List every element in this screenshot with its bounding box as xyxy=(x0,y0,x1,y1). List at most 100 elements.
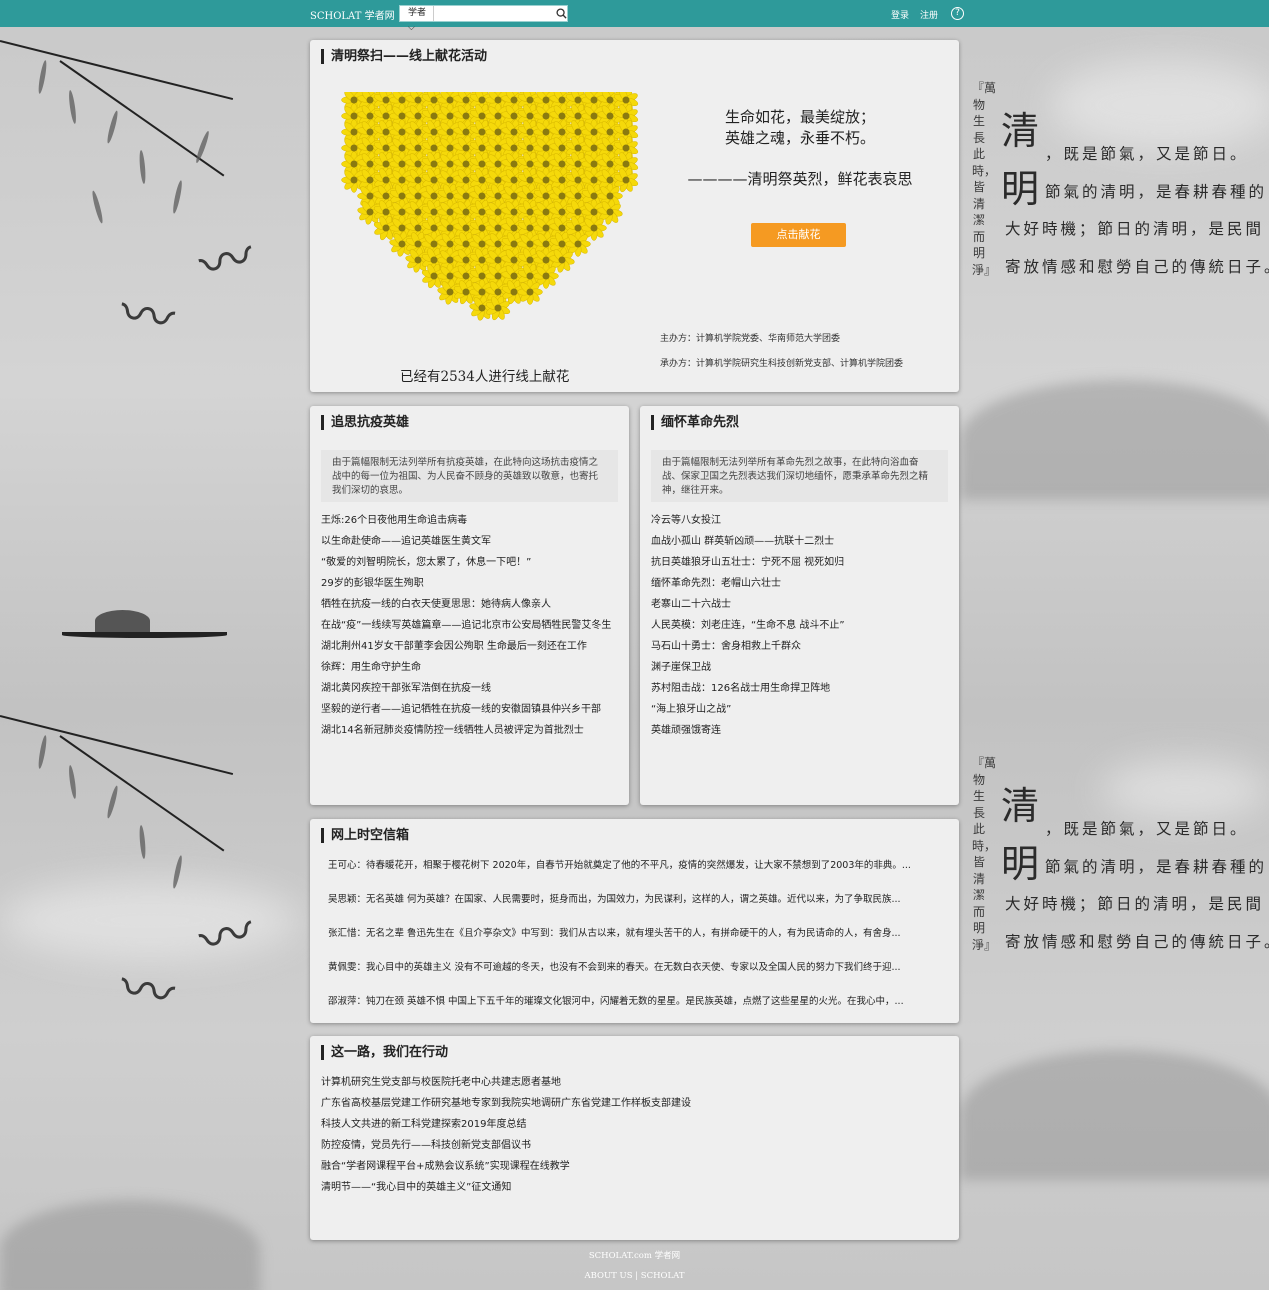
distant-mountain xyxy=(960,1050,1269,1180)
willow-branch xyxy=(0,715,234,776)
motto-line: 英雄之魂，永垂不朽。 xyxy=(724,129,875,147)
card-title: 网上时空信箱 xyxy=(321,828,409,843)
letter-list-item[interactable]: 吴思颖：无名英雄 何为英雄？在国家、人民需要时，挺身而出，为国效力，为民谋利，这… xyxy=(328,883,944,917)
calligraphy-line: 節氣的清明，是春耕春種的 xyxy=(1045,183,1268,201)
organizer-text: 承办方：计算机学院研究生科技创新党支部、计算机学院团委 xyxy=(660,359,904,369)
willow-leaf xyxy=(105,784,120,820)
swallow-icon: 〰 xyxy=(115,955,180,1028)
anti-epidemic-heroes-card: 追思抗疫英雄 由于篇幅限制无法列举所有抗疫英雄，在此特向这场抗击疫情之战中的每一… xyxy=(310,406,629,805)
hero-list-item[interactable]: 徐辉：用生命守护生命 xyxy=(321,657,618,678)
action-list-item[interactable]: 计算机研究生党支部与校医院托老中心共建志愿者基地 xyxy=(321,1072,941,1093)
revolutionary-martyrs-card: 缅怀革命先烈 由于篇幅限制无法列举所有革命先烈之故事，在此特向浴血奋战、保家卫国… xyxy=(640,406,959,805)
calligraphy-line: 大好時機；節日的清明，是民間 xyxy=(1005,220,1265,238)
martyr-list-item[interactable]: 人民英模：刘老庄连，“生命不息 战斗不止” xyxy=(651,615,948,636)
martyr-list-item[interactable]: 老寨山二十六战士 xyxy=(651,594,948,615)
calligraphy-big-char: 明 xyxy=(1001,842,1040,886)
willow-leaf xyxy=(37,59,48,95)
action-list-item[interactable]: 科技人文共进的新工科党建探索2019年度总结 xyxy=(321,1114,941,1135)
action-list-item[interactable]: 清明节——“我心目中的英雄主义”征文通知 xyxy=(321,1177,941,1198)
hero-list-item[interactable]: 牺牲在抗疫一线的白衣天使夏思思：她待病人像亲人 xyxy=(321,594,618,615)
martyr-list-item[interactable]: 抗日英雄狼牙山五壮士：宁死不屈 视死如归 xyxy=(651,552,948,573)
hero-list-item[interactable]: “敬爱的刘智明院长，您太累了，休息一下吧！” xyxy=(321,552,618,573)
motto-subline: ————清明祭英烈，鲜花表哀思 xyxy=(687,170,913,188)
martyr-list-item[interactable]: “海上狼牙山之战” xyxy=(651,699,948,720)
calligraphy-line: ，既是節氣，又是節日。 xyxy=(1045,820,1249,838)
letter-list-item[interactable]: 黄佩雯：我心目中的英雄主义 没有不可逾越的冬天，也没有不会到来的春天。在无数白衣… xyxy=(328,951,944,985)
letter-list-item[interactable]: 张汇惜：无名之辈 鲁迅先生在《且介亭杂文》中写到：我们从古以来，就有埋头苦干的人… xyxy=(328,917,944,951)
search-type-select[interactable]: 学者 ⌵ xyxy=(400,6,435,33)
flower-offering-card: 清明祭扫——线上献花活动 生命如花，最美绽放； 英雄之魂，永垂不朽。 ————清… xyxy=(310,40,959,392)
martyr-list-item[interactable]: 苏村阻击战：126名战士用生命捍卫阵地 xyxy=(651,678,948,699)
letters-list: 王可心：待春暖花开，相聚于樱花树下 2020年，自春节开始就奠定了他的不平凡，疫… xyxy=(328,849,944,1019)
hero-list-item[interactable]: 王烁:26个日夜他用生命追击病毒 xyxy=(321,510,618,531)
martyr-list-item[interactable]: 血战小孤山 群英斩凶顽——抗联十二烈士 xyxy=(651,531,948,552)
hero-list-item[interactable]: 以生命赴使命——追记英雄医生黄文军 xyxy=(321,531,618,552)
willow-leaf xyxy=(138,149,147,185)
distant-mountain xyxy=(960,380,1269,500)
flower-heart-icon xyxy=(341,87,639,321)
willow-leaf xyxy=(105,109,120,145)
martyr-list-item[interactable]: 冷云等八女投江 xyxy=(651,510,948,531)
actions-list: 计算机研究生党支部与校医院托老中心共建志愿者基地 广东省高校基层党建工作研究基地专… xyxy=(321,1072,941,1198)
calligraphy-block: 『萬物生長此時，皆清潔而明淨』 清 明 ，既是節氣，又是節日。 節氣的清明，是春… xyxy=(965,755,1269,995)
martyr-list-item[interactable]: 英雄顽强饿寄连 xyxy=(651,720,948,741)
hero-list-item[interactable]: 在战“疫”一线续写英雄篇章——追记北京市公安局牺牲民警艾冬生 xyxy=(321,615,618,636)
calligraphy-vertical: 『萬物生長此時，皆清潔而明淨』 xyxy=(972,756,997,952)
action-list-item[interactable]: 融合“学者网课程平台+成熟会议系统”实现课程在线教学 xyxy=(321,1156,941,1177)
top-nav-bar: SCHOLAT 学者网 学者 ⌵ 登录 注册 ? xyxy=(0,0,1269,33)
willow-leaf xyxy=(171,179,184,215)
offer-flower-button[interactable]: 点击献花 xyxy=(751,223,846,247)
martyr-list-item[interactable]: 马石山十勇士：舍身相救上千群众 xyxy=(651,636,948,657)
calligraphy-line: 寄放情感和慰勞自己的傳統日子。 xyxy=(1005,933,1269,951)
calligraphy-vertical: 『萬物生長此時，皆清潔而明淨』 xyxy=(972,81,997,277)
search-bar: 学者 ⌵ xyxy=(399,5,568,33)
martyr-list-item[interactable]: 渊子崖保卫战 xyxy=(651,657,948,678)
calligraphy-block: 『萬物生長此時，皆清潔而明淨』 清 明 ，既是節氣，又是節日。 節氣的清明，是春… xyxy=(965,80,1269,320)
letter-list-item[interactable]: 邵淑萍：钝刀在颈 英雄不惧 中国上下五千年的璀璨文化银河中，闪耀着无数的星星。是… xyxy=(328,985,944,1019)
offering-count: 已经有2534人进行线上献花 xyxy=(400,369,570,385)
card-title: 这一路，我们在行动 xyxy=(321,1045,448,1060)
calligraphy-line: ，既是節氣，又是節日。 xyxy=(1045,145,1249,163)
hero-list-item[interactable]: 湖北黄冈疾控干部张军浩倒在抗疫一线 xyxy=(321,678,618,699)
letter-list-item[interactable]: 王可心：待春暖花开，相聚于樱花树下 2020年，自春节开始就奠定了他的不平凡，疫… xyxy=(328,849,944,883)
register-link[interactable]: 注册 xyxy=(920,8,938,21)
hero-list-item[interactable]: 坚毅的逆行者——追记牺牲在抗疫一线的安徽固镇县仲兴乡干部 xyxy=(321,699,618,720)
hero-list-item[interactable]: 29岁的彭银华医生殉职 xyxy=(321,573,618,594)
swallow-icon: 〰 xyxy=(192,224,262,299)
footer-brand[interactable]: SCHOLAT.com 学者网 xyxy=(0,1249,1269,1261)
willow-leaf xyxy=(67,89,78,125)
card-title: 缅怀革命先烈 xyxy=(651,415,739,430)
hero-list-item[interactable]: 湖北14名新冠肺炎疫情防控一线牺牲人员被评定为首批烈士 xyxy=(321,720,618,741)
willow-leaf xyxy=(138,824,147,860)
search-type-label: 学者 xyxy=(408,8,427,18)
search-icon xyxy=(556,8,567,19)
action-list-item[interactable]: 广东省高校基层党建工作研究基地专家到我院实地调研广东省党建工作样板支部建设 xyxy=(321,1093,941,1114)
willow-leaf xyxy=(67,764,78,800)
willow-leaf xyxy=(37,734,48,770)
martyr-list-item[interactable]: 缅怀革命先烈：老帽山六壮士 xyxy=(651,573,948,594)
host-text: 主办方：计算机学院党委、华南师范大学团委 xyxy=(660,334,841,344)
hero-list-item[interactable]: 湖北荆州41岁女干部董李会因公殉职 生命最后一刻还在工作 xyxy=(321,636,618,657)
login-link[interactable]: 登录 xyxy=(891,8,909,21)
calligraphy-line: 大好時機；節日的清明，是民間 xyxy=(1005,895,1265,913)
search-button[interactable] xyxy=(555,6,567,21)
martyrs-list: 冷云等八女投江 血战小孤山 群英斩凶顽——抗联十二烈士 抗日英雄狼牙山五壮士：宁死不… xyxy=(651,510,948,741)
time-mailbox-card: 网上时空信箱 王可心：待春暖花开，相聚于樱花树下 2020年，自春节开始就奠定了… xyxy=(310,819,959,1023)
boat xyxy=(62,632,227,638)
motto-line: 生命如花，最美绽放； xyxy=(724,108,875,126)
willow-branch xyxy=(0,40,234,101)
search-input[interactable] xyxy=(434,6,556,21)
actions-card: 这一路，我们在行动 计算机研究生党支部与校医院托老中心共建志愿者基地 广东省高校基… xyxy=(310,1036,959,1240)
calligraphy-big-char: 清 xyxy=(1001,109,1040,153)
action-list-item[interactable]: 防控疫情，党员先行——科技创新党支部倡议书 xyxy=(321,1135,941,1156)
calligraphy-line: 節氣的清明，是春耕春種的 xyxy=(1045,858,1268,876)
intro-text: 由于篇幅限制无法列举所有革命先烈之故事，在此特向浴血奋战、保家卫国之先烈表达我们… xyxy=(651,450,948,502)
calligraphy-big-char: 清 xyxy=(1001,784,1040,828)
footer-links[interactable]: ABOUT US | SCHOLAT xyxy=(0,1271,1269,1281)
intro-text: 由于篇幅限制无法列举所有抗疫英雄，在此特向这场抗击疫情之战中的每一位为祖国、为人… xyxy=(321,450,618,502)
site-brand[interactable]: SCHOLAT 学者网 xyxy=(310,7,395,22)
card-title: 清明祭扫——线上献花活动 xyxy=(321,49,487,64)
swallow-icon: 〰 xyxy=(115,280,180,353)
heroes-list: 王烁:26个日夜他用生命追击病毒 以生命赴使命——追记英雄医生黄文军 “敬爱的刘智明… xyxy=(321,510,618,741)
help-icon[interactable]: ? xyxy=(951,7,964,20)
